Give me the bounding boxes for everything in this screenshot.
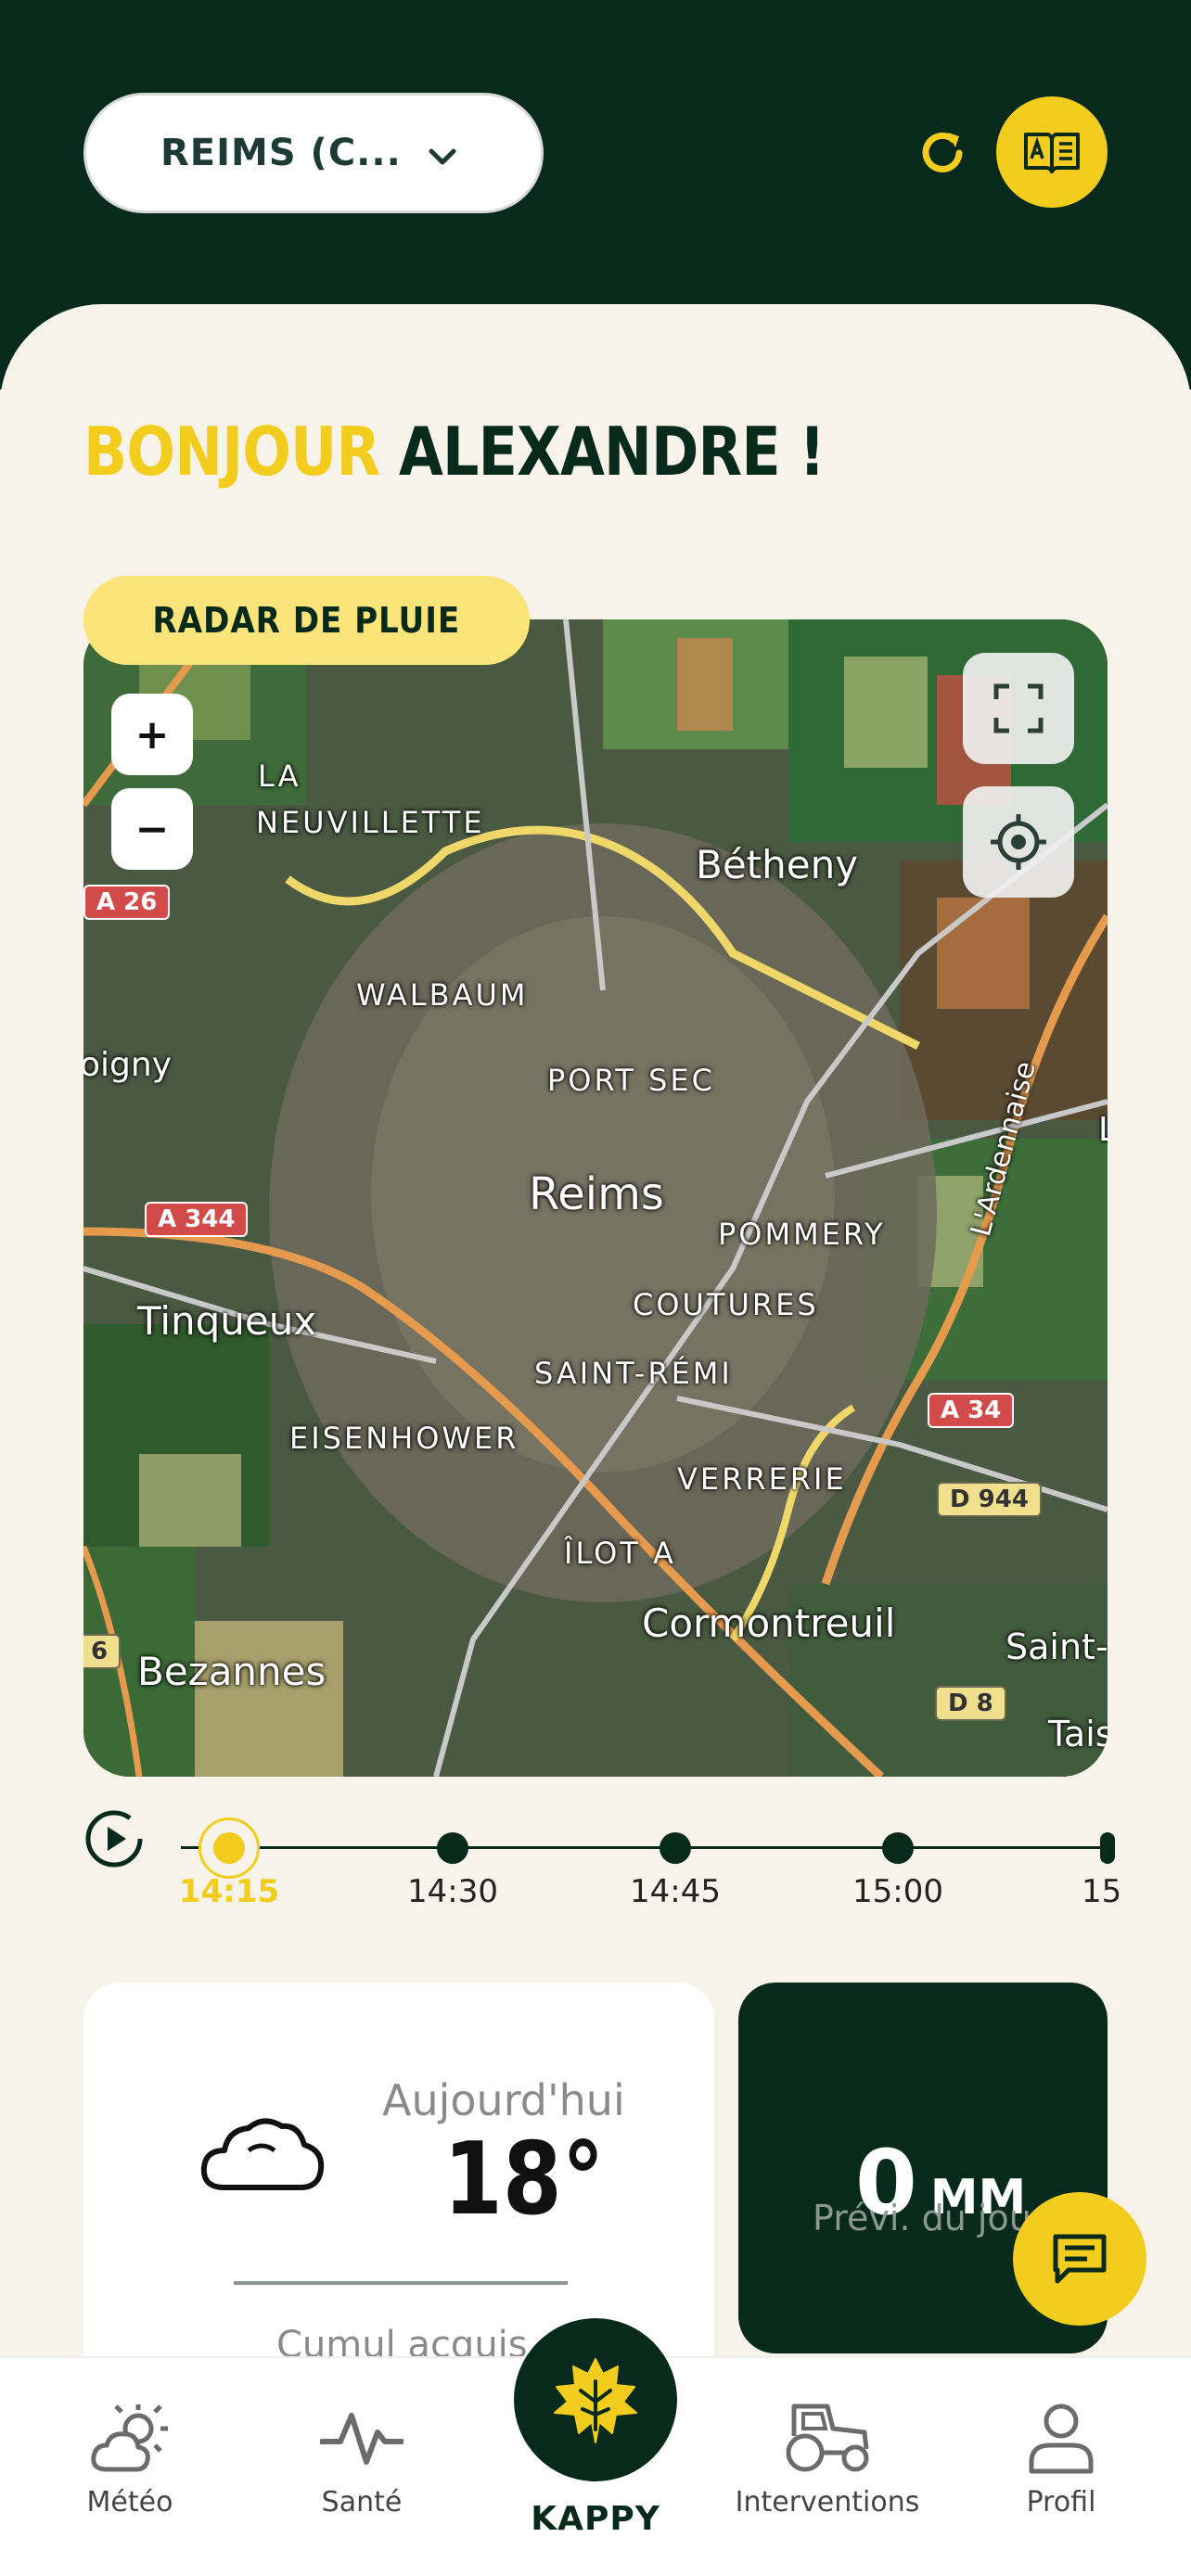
refresh-icon[interactable] (915, 125, 970, 181)
chat-icon (1053, 2234, 1107, 2284)
road-sign-6: 6 (83, 1634, 122, 1669)
user-icon (1029, 2404, 1094, 2474)
timeline-time-label: 14:45 (630, 1873, 721, 1910)
map-label-bezannes: Bezannes (137, 1649, 327, 1694)
map-label-eisenhower: EISENHOWER (289, 1421, 519, 1456)
map-label-tinqueux: Tinqueux (137, 1298, 317, 1344)
timeline-step-active[interactable] (198, 1817, 260, 1879)
nav-profil[interactable]: Profil (968, 2401, 1154, 2519)
map-label-saint-remi: SAINT-RÉMI (534, 1356, 733, 1391)
greeting-title: BONJOUR ALEXANDRE ! (83, 413, 826, 491)
timeline-step[interactable] (882, 1832, 914, 1864)
weather-day-label: Aujourd'hui (382, 2075, 625, 2125)
road-sign-d944: D 944 (937, 1482, 1042, 1517)
map-label-l: L (1098, 1111, 1108, 1149)
road-sign-a26: A 26 (83, 885, 171, 920)
road-sign-a34: A 34 (928, 1393, 1015, 1428)
crosshair-icon (991, 814, 1046, 870)
zoom-out-button[interactable]: − (111, 788, 193, 870)
location-selector[interactable]: REIMS (C... (83, 93, 544, 213)
nav-profil-label: Profil (1026, 2486, 1096, 2519)
cloud-icon (200, 2118, 325, 2190)
map-label-oigny: oigny (83, 1046, 172, 1084)
timeline-step[interactable] (1100, 1832, 1115, 1864)
map-label-coutures: COUTURES (633, 1287, 819, 1322)
map-label-reims: Reims (529, 1168, 664, 1220)
nav-interventions-label: Interventions (735, 2486, 920, 2519)
rain-subtitle: Prévi. du jour (813, 2198, 1046, 2238)
map-label-la: LA (258, 759, 301, 794)
weather-temperature: 18° (443, 2122, 605, 2238)
map-label-tais: Tais (1048, 1714, 1108, 1754)
map-label-verrerie: VERRERIE (677, 1461, 847, 1497)
nav-meteo-label: Météo (86, 2486, 173, 2519)
book-icon (1024, 133, 1080, 173)
map-label-saint: Saint- (1005, 1626, 1108, 1667)
health-pulse-icon (320, 2413, 403, 2465)
vine-leaf-icon (554, 2358, 637, 2443)
road-sign-a344: A 344 (145, 1202, 249, 1237)
play-timeline-icon[interactable] (83, 1808, 145, 1869)
radar-title: RADAR DE PLUIE (152, 600, 461, 641)
location-label: REIMS (C... (160, 132, 402, 174)
map-label-betheny: Bétheny (696, 842, 859, 887)
map-label-cormontreuil: Cormontreuil (642, 1600, 896, 1646)
fullscreen-icon (993, 683, 1044, 733)
timeline-track[interactable] (181, 1846, 1108, 1849)
nav-sante[interactable]: Santé (269, 2401, 455, 2519)
timeline-step[interactable] (437, 1832, 468, 1864)
nav-sante-label: Santé (321, 2486, 403, 2519)
map-label-pommery: POMMERY (718, 1217, 886, 1252)
radar-title-badge: RADAR DE PLUIE (83, 576, 530, 665)
zoom-in-button[interactable]: + (111, 694, 193, 775)
timeline-time-label: 14:30 (407, 1873, 498, 1910)
timeline-time-label: 15:00 (852, 1873, 943, 1910)
timeline-step[interactable] (660, 1832, 691, 1864)
locate-me-button[interactable] (963, 786, 1074, 898)
chevron-down-icon (429, 148, 456, 165)
timeline-time-label: 14:15 (178, 1873, 280, 1910)
weather-divider (234, 2281, 568, 2285)
fullscreen-button[interactable] (963, 653, 1074, 764)
tractor-icon (786, 2404, 869, 2472)
road-sign-d8: D 8 (935, 1686, 1006, 1721)
map-label-port-sec: PORT SEC (547, 1063, 715, 1098)
greeting-hello: BONJOUR (83, 413, 380, 491)
radar-map[interactable]: LA NEUVILLETTE Bétheny WALBAUM oigny POR… (83, 619, 1108, 1777)
map-label-neuvillette: NEUVILLETTE (256, 805, 485, 840)
nav-kappy-label: KAPPY (531, 2500, 660, 2538)
map-label-walbaum: WALBAUM (356, 977, 529, 1013)
guide-button[interactable] (996, 96, 1108, 208)
timeline-time-label: 15 (1082, 1873, 1119, 1910)
greeting-name: ALEXANDRE ! (398, 413, 826, 491)
nav-interventions[interactable]: Interventions (735, 2401, 920, 2519)
weather-sun-cloud-icon (91, 2404, 168, 2472)
map-label-ilot-a: ÎLOT A (564, 1536, 676, 1571)
nav-meteo[interactable]: Météo (37, 2401, 223, 2519)
nav-kappy[interactable] (514, 2318, 677, 2481)
chat-button[interactable] (1013, 2192, 1146, 2326)
